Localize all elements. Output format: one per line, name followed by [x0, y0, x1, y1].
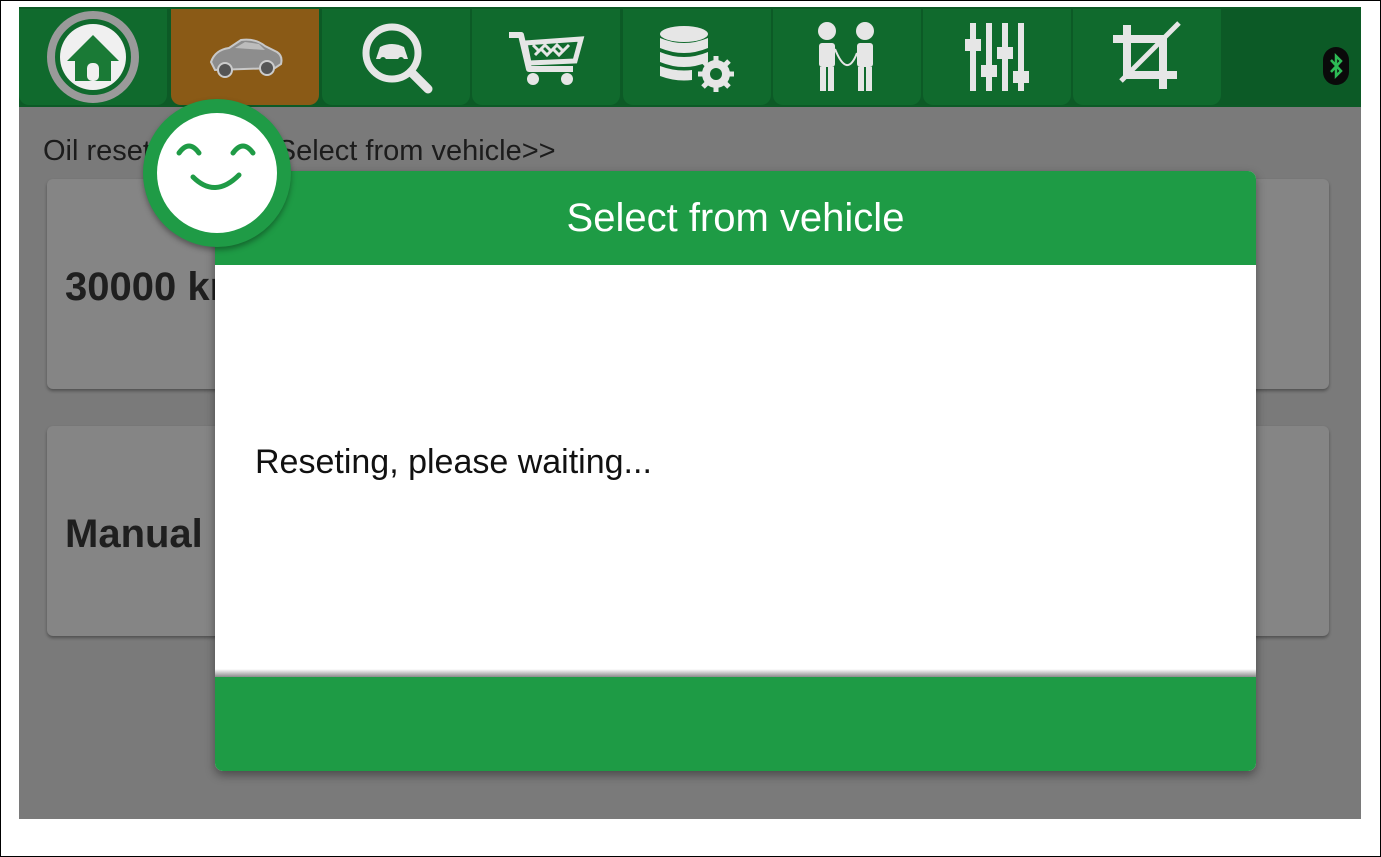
car-icon — [209, 38, 283, 78]
app-screen: Oil reset>>Audi>>Select from vehicle>> 3… — [19, 7, 1361, 819]
car-search-icon — [362, 23, 433, 94]
tab-data[interactable] — [623, 9, 771, 105]
tab-settings[interactable] — [923, 9, 1071, 105]
tab-remote[interactable] — [773, 9, 921, 105]
dialog-footer — [215, 669, 1256, 771]
dialog-message: Reseting, please waiting... — [255, 443, 652, 481]
tab-crop[interactable] — [1073, 9, 1221, 105]
home-icon — [47, 11, 139, 103]
breadcrumb: Oil reset>>Audi>>Select from vehicle>> — [43, 135, 556, 167]
tab-home[interactable] — [19, 9, 167, 105]
bluetooth-icon — [1323, 47, 1349, 85]
sliders-icon — [965, 23, 1029, 91]
dialog-title: Select from vehicle — [215, 171, 1256, 273]
top-nav-bar — [19, 7, 1361, 107]
option-card-label: Manual — [65, 512, 203, 556]
dialog-body: Reseting, please waiting... — [215, 265, 1256, 677]
crop-icon — [1113, 21, 1181, 89]
assistant-smiley-button[interactable] — [143, 99, 291, 247]
tab-shop[interactable] — [472, 9, 620, 105]
shopping-cart-icon — [509, 32, 585, 85]
people-connect-icon — [818, 22, 874, 91]
select-from-vehicle-dialog: Select from vehicle Reseting, please wai… — [215, 171, 1256, 771]
tab-vehicle[interactable] — [171, 9, 319, 105]
smiley-face-icon — [157, 113, 277, 233]
tab-car-search[interactable] — [322, 9, 470, 105]
database-settings-icon — [660, 26, 734, 92]
screenshot-frame: Oil reset>>Audi>>Select from vehicle>> 3… — [0, 0, 1381, 857]
